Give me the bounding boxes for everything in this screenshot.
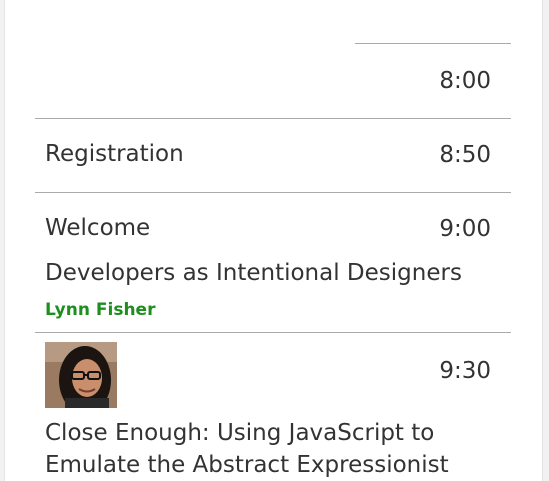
slot-time: 8:50	[439, 142, 491, 168]
schedule-card: 8:00 Registration 8:50 Welcome 9:00 Deve…	[4, 0, 543, 481]
slot-title: Welcome	[45, 215, 151, 241]
slot-time: 9:00	[439, 216, 491, 242]
schedule-row-welcome: Welcome 9:00 Developers as Intentional D…	[35, 192, 511, 333]
slot-title: Registration	[45, 141, 184, 167]
slot-time: 8:00	[439, 68, 491, 94]
speaker-link[interactable]: Lynn Fisher	[45, 302, 155, 319]
slot-time: 9:30	[439, 358, 491, 384]
speaker-avatar[interactable]	[45, 342, 117, 408]
talk-title-line-1[interactable]: Close Enough: Using JavaScript to	[45, 418, 434, 449]
schedule-row-930: 9:30 Close Enough: Using JavaScript to E…	[35, 332, 511, 481]
speaker-photo-icon	[45, 342, 117, 408]
talk-title-line-2[interactable]: Emulate the Abstract Expressionist	[45, 450, 449, 481]
schedule-row-800: 8:00	[35, 44, 511, 119]
schedule-row-registration: Registration 8:50	[35, 118, 511, 193]
talk-title[interactable]: Developers as Intentional Designers	[45, 258, 462, 289]
